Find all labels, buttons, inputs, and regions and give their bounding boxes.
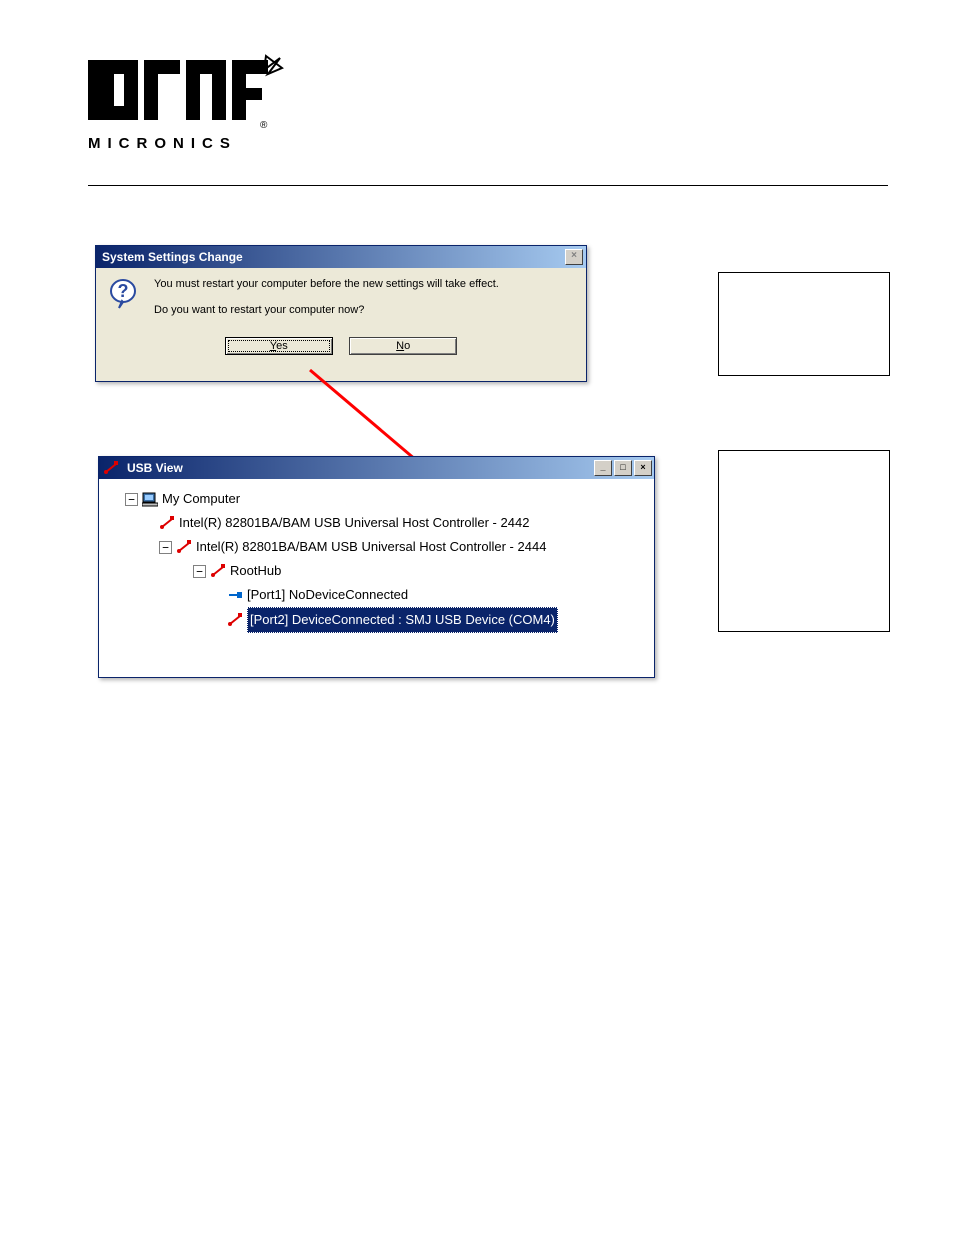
computer-icon bbox=[142, 491, 158, 507]
caption-box-2 bbox=[718, 450, 890, 632]
usb-icon bbox=[227, 612, 243, 628]
tree-hc2-label: Intel(R) 82801BA/BAM USB Universal Host … bbox=[196, 535, 546, 559]
dialog-message-line2: Do you want to restart your computer now… bbox=[154, 304, 499, 316]
tree-port1-label: [Port1] NoDeviceConnected bbox=[247, 583, 408, 607]
dialog-text: You must restart your computer before th… bbox=[154, 278, 499, 330]
dialog-buttons: Yes No bbox=[96, 336, 586, 361]
tree-port2-row[interactable]: [Port2] DeviceConnected : SMJ USB Device… bbox=[107, 607, 648, 633]
caption-box-1 bbox=[718, 272, 890, 376]
usb-icon bbox=[103, 460, 119, 476]
dialog-title: System Settings Change bbox=[102, 246, 243, 268]
tree-hc2-row[interactable]: − Intel(R) 82801BA/BAM USB Universal Hos… bbox=[107, 535, 648, 559]
system-settings-change-dialog: System Settings Change × ? You must rest… bbox=[95, 245, 587, 382]
tree-root-row[interactable]: − My Computer bbox=[107, 487, 648, 511]
window-controls: _ □ × bbox=[594, 460, 652, 476]
usb-view-window: USB View _ □ × − My Computer Intel(R) 82… bbox=[98, 456, 655, 678]
tree-port1-row[interactable]: [Port1] NoDeviceConnected bbox=[107, 583, 648, 607]
device-tree: − My Computer Intel(R) 82801BA/BAM USB U… bbox=[99, 479, 654, 641]
yes-button[interactable]: Yes bbox=[225, 337, 333, 355]
dialog-body: ? You must restart your computer before … bbox=[96, 268, 586, 336]
connector-icon bbox=[227, 587, 243, 603]
tree-roothub-row[interactable]: − RootHub bbox=[107, 559, 648, 583]
svg-text:®: ® bbox=[260, 120, 268, 131]
document-page: MICRONICS ® System Settings Change × ? Y… bbox=[0, 0, 954, 1235]
collapse-icon[interactable]: − bbox=[159, 541, 172, 554]
tree-roothub-label: RootHub bbox=[230, 559, 281, 583]
logo-svg: MICRONICS ® bbox=[88, 50, 288, 160]
maximize-icon[interactable]: □ bbox=[614, 460, 632, 476]
usb-icon bbox=[159, 515, 175, 531]
tree-hc1-row[interactable]: Intel(R) 82801BA/BAM USB Universal Host … bbox=[107, 511, 648, 535]
no-button[interactable]: No bbox=[349, 337, 457, 355]
collapse-icon[interactable]: − bbox=[125, 493, 138, 506]
dialog-message-line1: You must restart your computer before th… bbox=[154, 278, 499, 290]
svg-text:MICRONICS: MICRONICS bbox=[88, 135, 237, 152]
tree-hc1-label: Intel(R) 82801BA/BAM USB Universal Host … bbox=[179, 511, 529, 535]
usbview-title: USB View bbox=[127, 457, 183, 479]
minimize-icon[interactable]: _ bbox=[594, 460, 612, 476]
usb-icon bbox=[210, 563, 226, 579]
close-icon[interactable]: × bbox=[565, 249, 583, 265]
horizontal-rule bbox=[88, 185, 888, 186]
star-micronics-logo: MICRONICS ® bbox=[88, 50, 288, 165]
tree-port2-label: [Port2] DeviceConnected : SMJ USB Device… bbox=[247, 607, 558, 633]
usbview-titlebar: USB View _ □ × bbox=[99, 457, 654, 479]
usb-icon bbox=[176, 539, 192, 555]
close-icon[interactable]: × bbox=[634, 460, 652, 476]
question-icon: ? bbox=[108, 278, 140, 310]
collapse-icon[interactable]: − bbox=[193, 565, 206, 578]
svg-text:?: ? bbox=[118, 281, 129, 301]
dialog-titlebar: System Settings Change × bbox=[96, 246, 586, 268]
tree-root-label: My Computer bbox=[162, 487, 240, 511]
